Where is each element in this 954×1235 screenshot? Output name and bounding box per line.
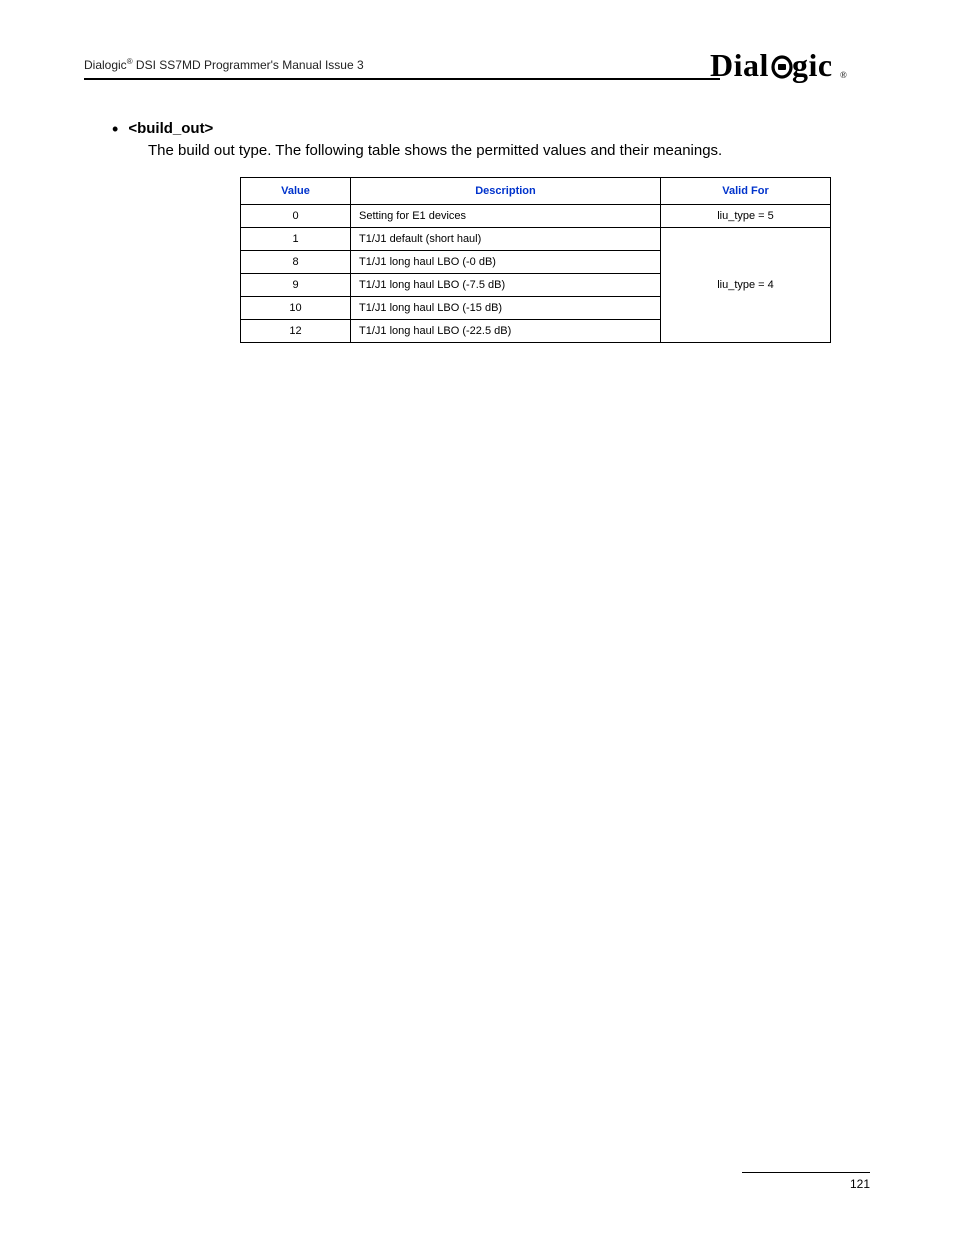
table-row: 0 Setting for E1 devices liu_type = 5 bbox=[241, 205, 831, 228]
param-name: <build_out> bbox=[128, 120, 213, 137]
page-header: Dialogic ® DSI SS7MD Programmer's Manual … bbox=[84, 36, 870, 80]
cell-description: T1/J1 long haul LBO (-0 dB) bbox=[351, 251, 661, 274]
cell-value: 10 bbox=[241, 297, 351, 320]
header-rule bbox=[84, 78, 720, 80]
header-brand: Dialogic bbox=[84, 58, 127, 72]
col-header-value: Value bbox=[241, 178, 351, 205]
param-heading-row: • <build_out> bbox=[130, 118, 870, 137]
cell-value: 0 bbox=[241, 205, 351, 228]
page-footer: 121 bbox=[84, 1172, 870, 1191]
cell-value: 12 bbox=[241, 320, 351, 343]
table-body: 0 Setting for E1 devices liu_type = 5 1 … bbox=[241, 205, 831, 343]
footer-rule bbox=[742, 1172, 870, 1173]
svg-text:®: ® bbox=[840, 70, 847, 80]
svg-text:Dial: Dial bbox=[710, 48, 769, 83]
cell-valid-for: liu_type = 4 bbox=[661, 228, 831, 343]
page-number: 121 bbox=[84, 1177, 870, 1191]
cell-description: T1/J1 long haul LBO (-15 dB) bbox=[351, 297, 661, 320]
cell-value: 9 bbox=[241, 274, 351, 297]
header-title-rest: DSI SS7MD Programmer's Manual Issue 3 bbox=[133, 58, 364, 72]
dialogic-logo-icon: Dial gic ® bbox=[710, 48, 870, 86]
svg-text:gic: gic bbox=[792, 48, 833, 83]
table-header-row: Value Description Valid For bbox=[241, 178, 831, 205]
cell-value: 8 bbox=[241, 251, 351, 274]
header-title: Dialogic® DSI SS7MD Programmer's Manual … bbox=[84, 57, 364, 72]
col-header-valid-for: Valid For bbox=[661, 178, 831, 205]
page: Dialogic ® DSI SS7MD Programmer's Manual … bbox=[0, 0, 954, 1235]
col-header-description: Description bbox=[351, 178, 661, 205]
param-description: The build out type. The following table … bbox=[148, 141, 870, 161]
values-table: Value Description Valid For 0 Setting fo… bbox=[240, 177, 831, 343]
cell-description: T1/J1 default (short haul) bbox=[351, 228, 661, 251]
values-table-wrap: Value Description Valid For 0 Setting fo… bbox=[240, 177, 830, 343]
cell-value: 1 bbox=[241, 228, 351, 251]
cell-description: Setting for E1 devices bbox=[351, 205, 661, 228]
cell-description: T1/J1 long haul LBO (-7.5 dB) bbox=[351, 274, 661, 297]
cell-valid-for: liu_type = 5 bbox=[661, 205, 831, 228]
cell-description: T1/J1 long haul LBO (-22.5 dB) bbox=[351, 320, 661, 343]
bullet-icon: • bbox=[112, 120, 118, 138]
table-row: 1 T1/J1 default (short haul) liu_type = … bbox=[241, 228, 831, 251]
content-body: • <build_out> The build out type. The fo… bbox=[130, 118, 870, 343]
brand-logo: Dial gic ® bbox=[710, 48, 870, 86]
